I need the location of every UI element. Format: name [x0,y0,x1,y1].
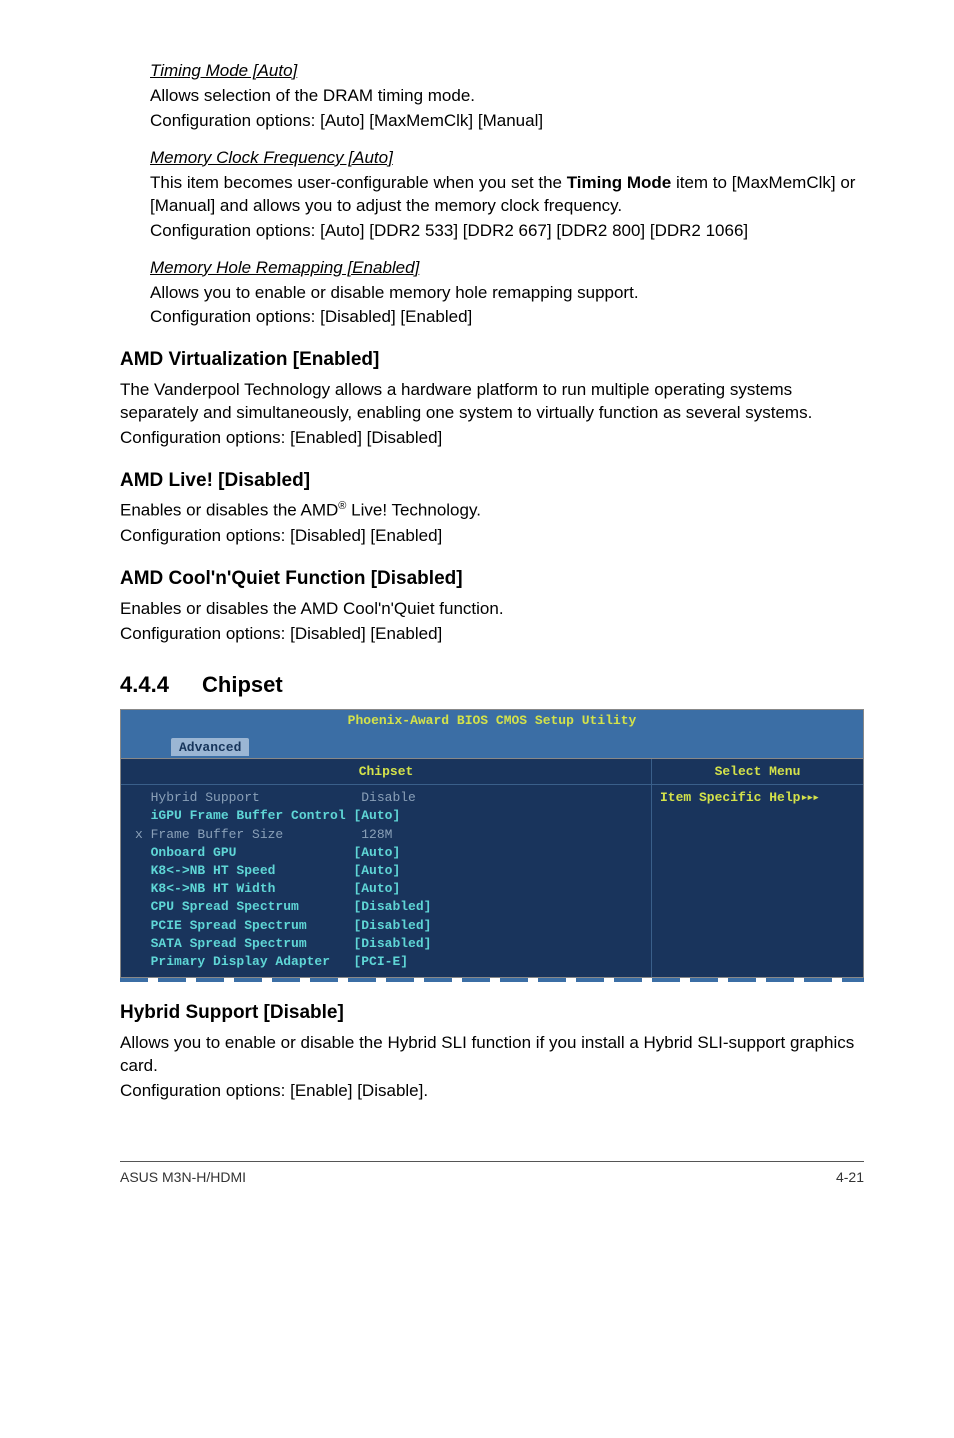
footer-page-number: 4-21 [836,1168,864,1187]
bios-row-label: Primary Display Adapter [151,954,354,969]
bios-row-label: PCIE Spread Spectrum [151,918,354,933]
bios-row-value: [Disabled] [353,936,431,951]
bios-row-value: [Disabled] [353,918,431,933]
mem-clock-desc: This item becomes user-configurable when… [150,172,864,218]
hybrid-options: Configuration options: [Enable] [Disable… [120,1080,864,1103]
mem-hole-desc: Allows you to enable or disable memory h… [150,282,864,305]
bios-row-value: [Auto] [353,808,400,823]
bios-row-label: K8<->NB HT Width [151,881,354,896]
bios-row-mark [135,808,151,823]
amd-live-desc-a: Enables or disables the AMD [120,501,338,520]
bios-left-pane: Chipset Hybrid Support Disable iGPU Fram… [121,759,651,977]
timing-mode-options: Configuration options: [Auto] [MaxMemClk… [150,110,864,133]
bios-tab-advanced: Advanced [171,738,249,757]
bios-row-mark: x [135,827,151,842]
hybrid-body: Allows you to enable or disable the Hybr… [120,1032,864,1103]
mem-hole-options: Configuration options: [Disabled] [Enabl… [150,306,864,329]
bios-setting-row: Primary Display Adapter [PCI-E] [135,953,641,971]
bios-setting-row: Hybrid Support Disable [135,789,641,807]
bios-row-label: K8<->NB HT Speed [151,863,354,878]
bios-setting-row: K8<->NB HT Width [Auto] [135,880,641,898]
bios-row-label: Onboard GPU [151,845,354,860]
bios-setting-row: PCIE Spread Spectrum [Disabled] [135,917,641,935]
bios-screenshot: Phoenix-Award BIOS CMOS Setup Utility Ad… [120,709,864,982]
section-heading: 4.4.4Chipset [120,670,864,700]
hybrid-desc: Allows you to enable or disable the Hybr… [120,1032,864,1078]
bios-row-mark [135,936,151,951]
bios-row-label: Frame Buffer Size [151,827,354,842]
timing-mode-block: Timing Mode [Auto] Allows selection of t… [150,60,864,133]
amd-virt-body: The Vanderpool Technology allows a hardw… [120,379,864,450]
bios-window-title: Phoenix-Award BIOS CMOS Setup Utility [120,709,864,732]
bios-setting-row: iGPU Frame Buffer Control [Auto] [135,807,641,825]
bios-right-heading: Select Menu [652,759,863,786]
timing-mode-title: Timing Mode [Auto] [150,60,864,83]
bios-left-heading: Chipset [121,759,651,786]
amd-live-heading: AMD Live! [Disabled] [120,468,864,494]
bios-inner-panel: Chipset Hybrid Support Disable iGPU Fram… [120,758,864,978]
amd-virt-heading: AMD Virtualization [Enabled] [120,347,864,373]
mem-clock-bold: Timing Mode [567,173,672,192]
triple-arrow-icon: ▸▸▸ [800,789,817,807]
amd-virt-options: Configuration options: [Enabled] [Disabl… [120,427,864,450]
amd-live-desc-c: Live! Technology. [346,501,481,520]
bios-row-mark [135,881,151,896]
bios-setting-row: SATA Spread Spectrum [Disabled] [135,935,641,953]
amd-cool-body: Enables or disables the AMD Cool'n'Quiet… [120,598,864,646]
amd-cool-options: Configuration options: [Disabled] [Enabl… [120,623,864,646]
page-footer: ASUS M3N-H/HDMI 4-21 [120,1161,864,1187]
timing-mode-desc: Allows selection of the DRAM timing mode… [150,85,864,108]
mem-clock-title: Memory Clock Frequency [Auto] [150,147,864,170]
bios-row-mark [135,790,151,805]
mem-hole-title: Memory Hole Remapping [Enabled] [150,257,864,280]
mem-clock-options: Configuration options: [Auto] [DDR2 533]… [150,220,864,243]
bios-row-value: [PCI-E] [353,954,408,969]
mem-clock-block: Memory Clock Frequency [Auto] This item … [150,147,864,243]
section-title: Chipset [202,672,283,697]
bios-row-value: 128M [353,827,392,842]
bios-setting-row: K8<->NB HT Speed [Auto] [135,862,641,880]
bios-help-label: Item Specific Help▸▸▸ [652,785,863,811]
bios-row-label: CPU Spread Spectrum [151,899,354,914]
bios-setting-row: Onboard GPU [Auto] [135,844,641,862]
amd-cool-desc: Enables or disables the AMD Cool'n'Quiet… [120,598,864,621]
bios-setting-row: x Frame Buffer Size 128M [135,826,641,844]
bios-row-label: iGPU Frame Buffer Control [151,808,354,823]
mem-hole-block: Memory Hole Remapping [Enabled] Allows y… [150,257,864,330]
bios-tab-bar: Advanced [120,732,864,758]
bios-setting-row: CPU Spread Spectrum [Disabled] [135,898,641,916]
bios-row-label: SATA Spread Spectrum [151,936,354,951]
hybrid-heading: Hybrid Support [Disable] [120,1000,864,1026]
footer-left: ASUS M3N-H/HDMI [120,1168,246,1187]
amd-live-desc: Enables or disables the AMD® Live! Techn… [120,499,864,523]
bios-row-mark [135,863,151,878]
bios-help-text: Item Specific Help [660,790,800,805]
bios-row-value: [Auto] [353,881,400,896]
bios-row-mark [135,954,151,969]
bios-settings-list: Hybrid Support Disable iGPU Frame Buffer… [121,785,651,977]
section-number: 4.4.4 [120,670,202,700]
bios-dashed-border [120,978,864,982]
bios-row-value: [Disabled] [353,899,431,914]
bios-row-mark [135,899,151,914]
amd-live-body: Enables or disables the AMD® Live! Techn… [120,499,864,548]
bios-row-label: Hybrid Support [151,790,354,805]
bios-row-value: [Auto] [353,863,400,878]
amd-cool-heading: AMD Cool'n'Quiet Function [Disabled] [120,566,864,592]
bios-row-mark [135,845,151,860]
bios-row-value: [Auto] [353,845,400,860]
bios-right-pane: Select Menu Item Specific Help▸▸▸ [651,759,863,977]
amd-virt-desc: The Vanderpool Technology allows a hardw… [120,379,864,425]
bios-row-value: Disable [353,790,415,805]
mem-clock-desc-a: This item becomes user-configurable when… [150,173,567,192]
bios-row-mark [135,918,151,933]
amd-live-options: Configuration options: [Disabled] [Enabl… [120,525,864,548]
